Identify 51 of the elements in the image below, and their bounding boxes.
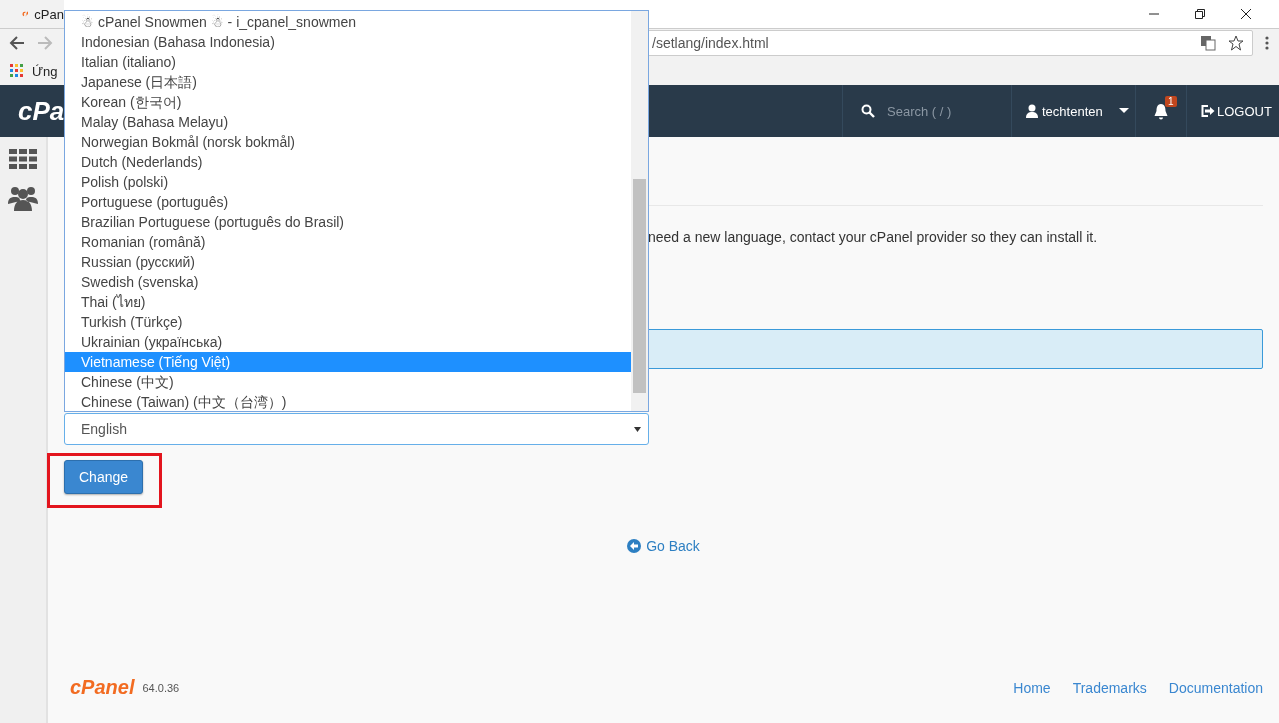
dropdown-caret-icon (634, 426, 641, 432)
language-option[interactable]: Dutch (Nederlands) (65, 152, 631, 172)
language-option[interactable]: Japanese (日本語) (65, 72, 631, 92)
footer-link[interactable]: Home (1013, 679, 1051, 696)
language-option[interactable]: Indonesian (Bahasa Indonesia) (65, 32, 631, 52)
change-button[interactable]: Change (64, 460, 144, 494)
language-option[interactable]: Chinese (中文) (65, 372, 631, 392)
bookmark-link[interactable]: Ứng (32, 63, 58, 79)
instruction-text: need a new language, contact your cPanel provider so they can install it. (648, 228, 1099, 247)
cpanel-logo[interactable]: cPa (0, 95, 65, 127)
translate-icon[interactable] (1200, 35, 1216, 51)
scrollbar[interactable] (631, 11, 648, 411)
language-select[interactable]: English (64, 413, 649, 445)
notification-badge: 1 (1165, 96, 1177, 107)
users-icon[interactable] (8, 185, 38, 211)
go-back-link[interactable]: Go Back (627, 538, 700, 554)
footer-link[interactable]: Trademarks (1072, 679, 1147, 696)
language-option[interactable]: Romanian (română) (65, 232, 631, 252)
language-option[interactable]: Thai (ไทย) (65, 292, 631, 312)
bell-icon[interactable] (1153, 102, 1169, 120)
search-field[interactable]: Search ( / ) (842, 85, 1012, 137)
language-option[interactable]: Turkish (Türkçe) (65, 312, 631, 332)
left-arrow-circle-icon (627, 539, 642, 553)
logout-button[interactable]: LOGOUT (1187, 85, 1279, 137)
menu-icon[interactable] (1265, 36, 1269, 50)
search-icon (861, 104, 875, 118)
user-icon (1026, 104, 1038, 118)
language-option[interactable]: Portuguese (português) (65, 192, 631, 212)
language-option[interactable]: Swedish (svenska) (65, 272, 631, 292)
browser-tab[interactable]: cPan (0, 0, 64, 28)
language-option[interactable]: Brazilian Portuguese (português do Brasil) (65, 212, 631, 232)
cpanel-logo: cPanel (69, 676, 135, 699)
language-option[interactable]: ☃ cPanel Snowmen ☃ - i_cpanel_snowmen (65, 12, 631, 32)
apps-grid-icon[interactable] (10, 64, 24, 78)
close-icon[interactable] (1240, 8, 1252, 20)
language-option[interactable]: Korean (한국어) (65, 92, 631, 112)
user-menu[interactable]: techtenten (1012, 85, 1136, 137)
back-arrow-icon[interactable] (9, 35, 25, 51)
restore-icon[interactable] (1194, 8, 1206, 20)
caret-icon (1118, 108, 1129, 114)
language-option[interactable]: Ukrainian (українська) (65, 332, 631, 352)
grid-icon[interactable] (9, 149, 37, 169)
footer-link[interactable]: Documentation (1168, 679, 1263, 696)
version-text: 64.0.36 (142, 681, 180, 694)
language-option[interactable]: Polish (polski) (65, 172, 631, 192)
language-option[interactable]: Norwegian Bokmål (norsk bokmål) (65, 132, 631, 152)
language-option[interactable]: Russian (русский) (65, 252, 631, 272)
language-option[interactable]: Malay (Bahasa Melayu) (65, 112, 631, 132)
language-option[interactable]: Chinese (Taiwan) (中文（台湾）) (65, 392, 631, 412)
star-icon[interactable] (1228, 35, 1244, 51)
logout-icon (1201, 105, 1215, 117)
